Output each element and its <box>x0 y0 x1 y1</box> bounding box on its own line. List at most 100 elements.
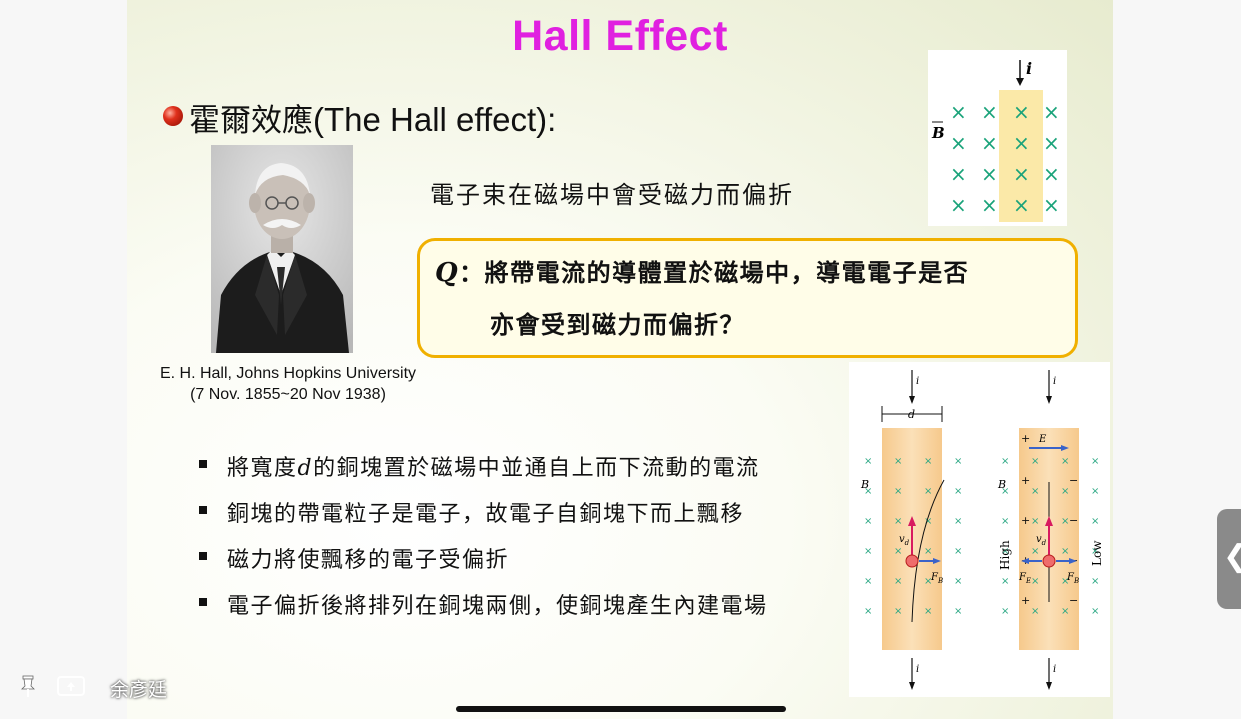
bullet-square-icon <box>199 552 207 560</box>
svg-text:+: + <box>1021 474 1030 487</box>
svg-text:×: × <box>864 546 872 557</box>
screen-share-icon[interactable] <box>55 674 87 698</box>
svg-text:×: × <box>924 486 932 497</box>
svg-text:×: × <box>894 516 902 527</box>
question-text-1: 將帶電流的導體置於磁場中，導電電子是否 <box>484 259 970 287</box>
x-mark: × <box>1043 193 1060 217</box>
question-label: Q <box>435 258 460 288</box>
svg-text:+: + <box>1021 594 1030 607</box>
svg-text:×: × <box>894 486 902 497</box>
bullet-text: 將寬度 <box>227 456 298 481</box>
current-arrow-head <box>1016 78 1024 86</box>
description-text: 電子束在磁場中會受磁力而偏折 <box>430 181 794 209</box>
hall-effect-diagram: i d i B × × × × × × × × × × × × × × × × × × × × × × × × vd <box>849 362 1110 697</box>
high-label: High <box>998 540 1012 570</box>
svg-text:×: × <box>864 456 872 467</box>
svg-text:×: × <box>1001 486 1009 497</box>
portrait-caption-name: E. H. Hall, Johns Hopkins University <box>159 365 417 382</box>
bullet-ball-icon <box>163 106 183 126</box>
pin-icon[interactable] <box>16 674 40 698</box>
chevron-left-icon: ❮ <box>1223 539 1241 574</box>
svg-text:×: × <box>864 486 872 497</box>
svg-text:×: × <box>1061 606 1069 617</box>
question-colon: ： <box>459 259 485 287</box>
svg-text:×: × <box>1031 486 1039 497</box>
bullet-text: 電子偏折後將排列在銅塊兩側，使銅塊產生內建電場 <box>227 594 768 619</box>
heading: 霍爾效應(The Hall effect): <box>189 95 556 140</box>
x-mark: × <box>950 100 967 124</box>
svg-text:×: × <box>894 456 902 467</box>
svg-text:×: × <box>1091 606 1099 617</box>
portrait-photo <box>211 145 353 353</box>
bullet-square-icon <box>199 460 207 468</box>
svg-text:×: × <box>954 456 962 467</box>
svg-text:−: − <box>1069 474 1078 487</box>
svg-text:×: × <box>1001 516 1009 527</box>
svg-text:×: × <box>924 606 932 617</box>
x-mark: × <box>1043 100 1060 124</box>
x-mark: × <box>981 100 998 124</box>
svg-text:×: × <box>954 576 962 587</box>
x-mark: × <box>950 131 967 155</box>
svg-text:×: × <box>954 606 962 617</box>
field-label: B <box>931 124 945 142</box>
svg-text:×: × <box>1031 546 1039 557</box>
slide: Hall Effect 霍爾效應(The Hall effect): E. H.… <box>127 0 1113 719</box>
question-line-2: 亦會受到磁力而偏折？ <box>490 311 745 339</box>
svg-text:×: × <box>1091 486 1099 497</box>
svg-text:×: × <box>1001 606 1009 617</box>
heading-en: (The Hall effect): <box>313 101 557 138</box>
current-label: i <box>916 376 919 387</box>
bullet-item: 磁力將使飄移的電子受偏折 <box>199 542 768 588</box>
current-out-arrow <box>909 682 915 690</box>
x-mark: × <box>981 162 998 186</box>
x-mark: × <box>981 193 998 217</box>
svg-text:×: × <box>864 606 872 617</box>
svg-text:×: × <box>1031 456 1039 467</box>
electron <box>905 554 919 568</box>
svg-text:−: − <box>1069 514 1078 527</box>
side-panel-handle[interactable]: ❮ <box>1217 509 1241 609</box>
svg-text:−: − <box>1069 594 1078 607</box>
efield-label: E <box>1038 434 1047 445</box>
svg-text:+: + <box>1021 514 1030 527</box>
x-mark: × <box>1013 193 1030 217</box>
x-mark: × <box>1043 131 1060 155</box>
bullet-item: 電子偏折後將排列在銅塊兩側，使銅塊產生內建電場 <box>199 588 768 634</box>
home-indicator[interactable] <box>456 706 786 712</box>
question-line-1: Q：將帶電流的導體置於磁場中，導電電子是否 <box>435 253 969 288</box>
x-mark: × <box>1013 100 1030 124</box>
current-label: i <box>1053 376 1056 387</box>
portrait-caption-dates: (7 Nov. 1855~20 Nov 1938) <box>190 386 386 403</box>
x-mark: × <box>981 131 998 155</box>
svg-text:×: × <box>894 546 902 557</box>
svg-text:+: + <box>1021 432 1030 445</box>
svg-text:×: × <box>1001 456 1009 467</box>
bullet-list: 將寬度d的銅塊置於磁場中並通自上而下流動的電流 銅塊的帶電粒子是電子，故電子自銅… <box>199 450 768 634</box>
svg-text:×: × <box>1031 516 1039 527</box>
svg-text:×: × <box>894 606 902 617</box>
svg-text:×: × <box>1061 456 1069 467</box>
svg-text:×: × <box>894 576 902 587</box>
variable-d: d <box>297 456 314 481</box>
svg-text:×: × <box>954 516 962 527</box>
left-margin <box>0 0 127 719</box>
svg-text:×: × <box>954 546 962 557</box>
x-mark: × <box>1013 131 1030 155</box>
current-label: i <box>1026 59 1032 78</box>
right-margin <box>1113 0 1241 719</box>
x-mark: × <box>1043 162 1060 186</box>
svg-text:×: × <box>1091 516 1099 527</box>
bullet-item: 銅塊的帶電粒子是電子，故電子自銅塊下而上飄移 <box>199 496 768 542</box>
svg-text:×: × <box>864 516 872 527</box>
bullet-text: 的銅塊置於磁場中並通自上而下流動的電流 <box>313 456 760 481</box>
svg-text:×: × <box>954 486 962 497</box>
x-mark: × <box>1013 162 1030 186</box>
heading-zh: 霍爾效應 <box>189 103 313 139</box>
current-label: i <box>916 664 919 675</box>
svg-text:×: × <box>1091 576 1099 587</box>
svg-text:×: × <box>1001 576 1009 587</box>
current-label: i <box>1053 664 1056 675</box>
presenter-name: 余彥廷 <box>110 679 168 701</box>
bullet-square-icon <box>199 598 207 606</box>
